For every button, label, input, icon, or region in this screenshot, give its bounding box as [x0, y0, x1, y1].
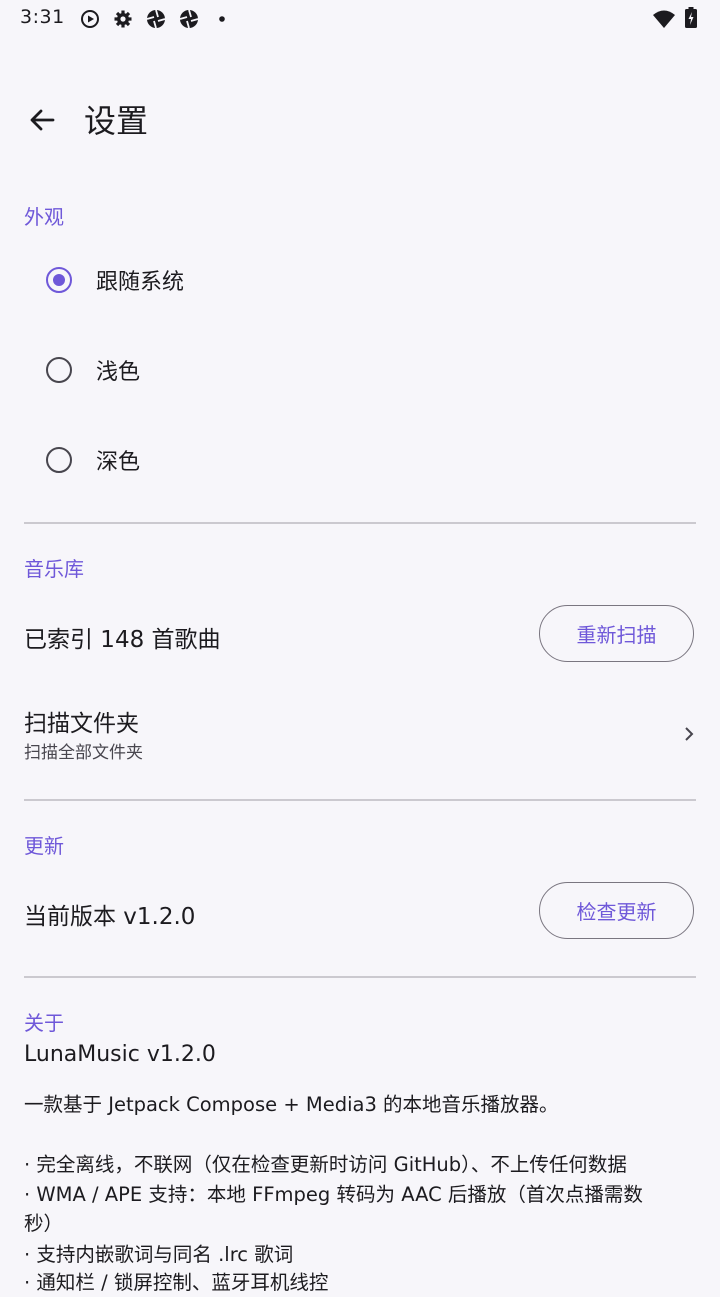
scan-folders-row[interactable]: 扫描文件夹 扫描全部文件夹: [0, 690, 720, 782]
app-description: 一款基于 Jetpack Compose + Media3 的本地音乐播放器。: [24, 1093, 559, 1116]
rescan-button[interactable]: 重新扫描: [539, 605, 694, 662]
page-title: 设置: [84, 102, 149, 140]
current-version-text: 当前版本 v1.2.0: [24, 904, 196, 930]
wifi-icon: [653, 10, 675, 28]
battery-charging-icon: [685, 7, 697, 28]
appearance-heading: 外观: [24, 205, 64, 229]
feature-line: · 完全离线，不联网（仅在检查更新时访问 GitHub）、不上传任何数据: [24, 1153, 627, 1176]
app-version-name: LunaMusic v1.2.0: [24, 1042, 216, 1067]
feature-line: · 支持内嵌歌词与同名 .lrc 歌词: [24, 1243, 294, 1266]
back-button[interactable]: [22, 100, 62, 140]
indexed-count-text: 已索引 148 首歌曲: [24, 627, 221, 653]
play-circle-icon: [81, 10, 99, 28]
divider: [24, 522, 696, 524]
scan-folders-title: 扫描文件夹: [24, 711, 139, 737]
update-heading: 更新: [24, 834, 64, 858]
aperture-icon: [179, 9, 199, 29]
scan-folders-subtitle: 扫描全部文件夹: [24, 743, 143, 763]
notification-dot-icon: [219, 16, 225, 22]
radio-button[interactable]: [46, 267, 72, 293]
arrow-back-icon: [30, 109, 55, 131]
chevron-right-icon: [685, 727, 694, 741]
divider: [24, 976, 696, 978]
theme-option-dark[interactable]: 深色: [24, 428, 696, 492]
feature-line: · WMA / APE 支持：本地 FFmpeg 转码为 AAC 后播放（首次点…: [24, 1183, 643, 1206]
status-time: 3:31: [20, 6, 65, 28]
radio-button[interactable]: [46, 357, 72, 383]
theme-option-light[interactable]: 浅色: [24, 338, 696, 402]
theme-option-system[interactable]: 跟随系统: [24, 248, 696, 312]
check-update-button[interactable]: 检查更新: [539, 882, 694, 939]
radio-button[interactable]: [46, 447, 72, 473]
aperture-icon: [146, 9, 166, 29]
library-heading: 音乐库: [24, 557, 84, 581]
divider: [24, 799, 696, 801]
gear-icon: [114, 10, 132, 28]
feature-line: 秒）: [24, 1212, 64, 1235]
theme-option-label: 浅色: [96, 360, 141, 385]
feature-line: · 通知栏 / 锁屏控制、蓝牙耳机线控: [24, 1271, 329, 1294]
theme-option-label: 跟随系统: [96, 270, 185, 295]
theme-option-label: 深色: [96, 450, 141, 475]
about-heading: 关于: [24, 1011, 64, 1035]
